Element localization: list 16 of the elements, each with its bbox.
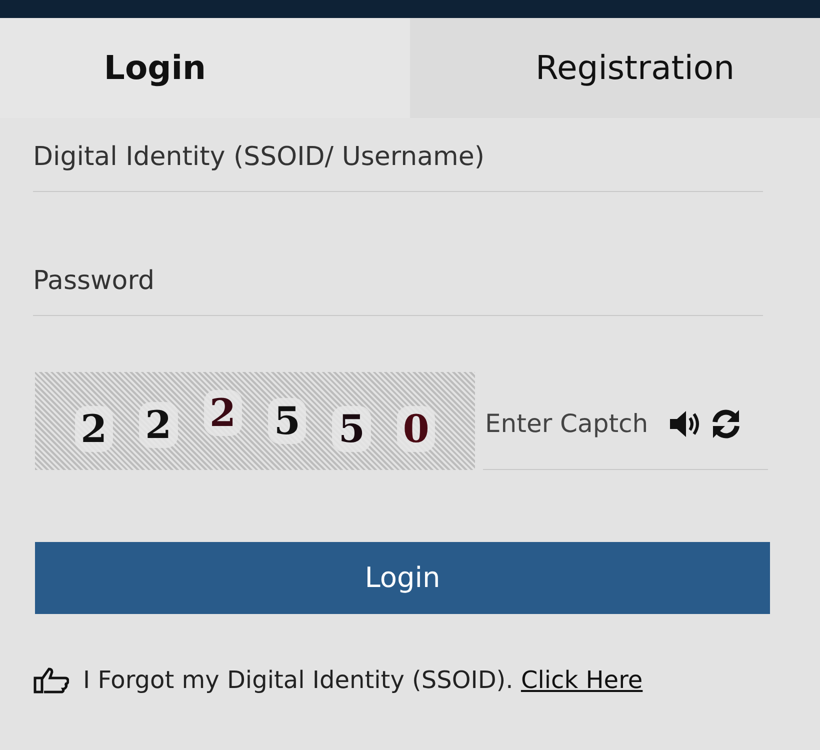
captcha-digit: 5 <box>268 398 306 444</box>
captcha-digit: 5 <box>332 406 371 452</box>
captcha-digit: 2 <box>74 406 114 452</box>
captcha-digit: 0 <box>396 406 436 452</box>
username-field[interactable]: Digital Identity (SSOID/ Username) <box>33 126 763 192</box>
captcha-digit: 2 <box>139 402 178 448</box>
login-button[interactable]: Login <box>35 542 770 614</box>
thumbs-up-icon <box>33 666 69 694</box>
click-here-link[interactable]: Click Here <box>520 666 643 694</box>
speaker-icon[interactable] <box>668 408 702 438</box>
password-field[interactable]: Password <box>33 250 763 316</box>
captcha-field[interactable]: Enter Captch <box>483 404 668 444</box>
refresh-icon[interactable] <box>710 408 742 440</box>
tab[interactable]: Registration <box>410 18 820 118</box>
forgot-text: I Forgot my Digital Identity (SSOID). Click Here <box>83 665 643 696</box>
captcha-digit: 2 <box>204 390 242 436</box>
